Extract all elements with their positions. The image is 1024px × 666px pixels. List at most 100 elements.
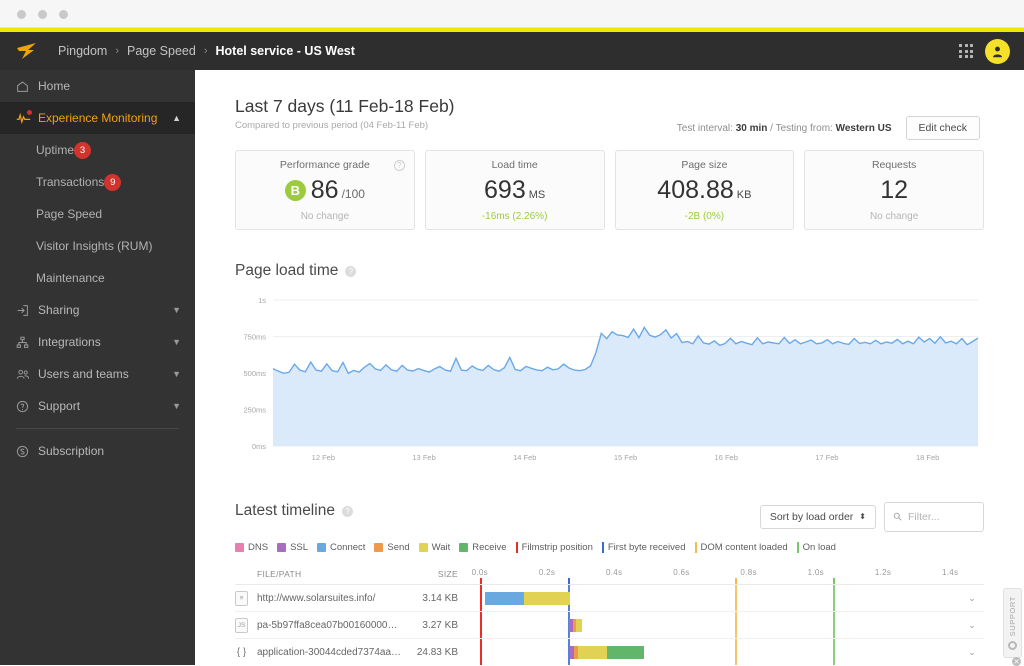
file-icon-cell: { } — [235, 645, 257, 660]
sidebar-item-users-and-teams[interactable]: Users and teams ▼ — [0, 358, 195, 390]
sidebar-item-sharing[interactable]: Sharing ▼ — [0, 294, 195, 326]
sidebar-item-support[interactable]: Support ▼ — [0, 390, 195, 422]
waterfall-segment-wait — [577, 646, 608, 659]
support-ring-icon — [1008, 641, 1017, 651]
sidebar-label-users-and-teams: Users and teams — [38, 367, 129, 381]
legend-swatch — [317, 543, 327, 552]
waterfall-header-row: FILE/PATH SIZE 0.0s 0.2s 0.4s 0.6s 0.8s 1.0s 1… — [235, 563, 984, 585]
file-path-cell[interactable]: http://www.solarsuites.info/ — [257, 593, 410, 604]
chevron-down-icon[interactable]: ⌄ — [960, 647, 984, 658]
main-content: Last 7 days (11 Feb-18 Feb) Compared to … — [195, 70, 1024, 665]
marker-line-dom-content-loaded — [734, 585, 737, 611]
legend-item-filmstrip-position: Filmstrip position — [515, 542, 593, 553]
edit-check-button[interactable]: Edit check — [905, 116, 980, 140]
card-value: 693 MS — [484, 176, 545, 205]
page-size-value: 408.88 — [657, 175, 734, 204]
question-circle-icon — [16, 400, 38, 413]
help-circle-icon[interactable]: ? — [341, 505, 353, 517]
legend-item-connect: Connect — [317, 542, 365, 553]
file-size-cell: 24.83 KB — [416, 646, 458, 658]
ruler-tick: 1.0s — [807, 568, 824, 577]
js-file-icon: JS — [235, 617, 248, 633]
file-size-cell: 3.14 KB — [422, 592, 458, 604]
sidebar-item-subscription[interactable]: Subscription — [0, 435, 195, 467]
table-row[interactable]: { } application-30044cded7374aa68af933450… — [235, 639, 984, 665]
support-tab[interactable]: SUPPORT — [1003, 588, 1022, 658]
chart-ytick: 1s — [258, 296, 266, 305]
table-row[interactable]: ≡ http://www.solarsuites.info/3.14 KB ⌄ — [235, 585, 984, 612]
sidebar-label-experience-monitoring: Experience Monitoring — [38, 111, 158, 125]
file-path-cell[interactable]: application-30044cded7374aa68af9334504e6… — [257, 647, 410, 658]
filter-box[interactable] — [884, 502, 984, 532]
chart-area-fill — [273, 327, 978, 446]
window-maximize-dot[interactable] — [59, 10, 68, 19]
legend-label: First byte received — [607, 542, 686, 553]
sidebar-nav: Home Experience Monitoring ▲ Uptime 3 Tr… — [0, 70, 195, 665]
legend-item-on-load: On load — [796, 542, 836, 553]
legend-item-send: Send — [374, 542, 410, 553]
chevron-up-icon: ▲ — [172, 112, 181, 123]
sidebar-item-home[interactable]: Home — [0, 70, 195, 102]
sidebar-label-transactions: Transactions — [36, 175, 105, 189]
file-path-cell[interactable]: pa-5b97ffa8cea07b00160000d2.js — [257, 620, 410, 631]
sidebar-item-page-speed[interactable]: Page Speed — [0, 198, 195, 230]
chevron-down-icon: ▼ — [172, 304, 181, 315]
chevron-down-icon: ▼ — [172, 368, 181, 379]
window-titlebar — [0, 0, 1024, 28]
sidebar-label-page-speed: Page Speed — [36, 207, 103, 221]
requests-value: 12 — [880, 175, 909, 204]
chart-ytick: 0ms — [252, 442, 266, 451]
legend-label: Wait — [431, 542, 451, 553]
sidebar-item-transactions[interactable]: Transactions 9 — [0, 166, 195, 198]
sidebar-item-integrations[interactable]: Integrations ▼ — [0, 326, 195, 358]
legend-label: On load — [802, 542, 836, 553]
marker-line-filmstrip-position — [479, 612, 482, 638]
table-row[interactable]: JS pa-5b97ffa8cea07b00160000d2.js 3.27 KB ⌄ — [235, 612, 984, 639]
chevron-down-icon[interactable]: ⌄ — [960, 593, 984, 604]
ruler-tick: 0.0s — [471, 568, 488, 577]
apps-grid-icon[interactable] — [959, 44, 973, 58]
test-interval-label: Test interval: — [676, 122, 733, 134]
legend-label: Send — [387, 542, 410, 553]
sidebar-item-visitor-insights[interactable]: Visitor Insights (RUM) — [0, 230, 195, 262]
page-title: Last 7 days (11 Feb-18 Feb) — [235, 96, 455, 116]
card-performance-grade: ? Performance grade B 86 /100 No change — [235, 150, 415, 230]
ruler-tick: 1.2s — [874, 568, 892, 577]
badge-transactions: 9 — [104, 173, 122, 191]
pingdom-logo-icon[interactable] — [0, 42, 58, 60]
chart-xtick: 15 Feb — [614, 453, 637, 462]
help-circle-icon[interactable]: ? — [393, 160, 405, 171]
help-circle-icon[interactable]: ? — [345, 265, 357, 277]
chevron-down-icon[interactable]: ⌄ — [960, 620, 984, 631]
window-close-dot[interactable] — [17, 10, 26, 19]
window-minimize-dot[interactable] — [38, 10, 47, 19]
sort-by-load-order-select[interactable]: Sort by load order ⬍ — [759, 505, 876, 529]
breadcrumb-separator-icon: › — [203, 45, 208, 57]
test-interval-value: 30 min — [735, 122, 768, 134]
latest-timeline-header: Latest timeline ? Sort by load order ⬍ — [235, 502, 984, 532]
sidebar-item-experience-monitoring[interactable]: Experience Monitoring ▲ — [0, 102, 195, 134]
legend-swatch — [374, 543, 384, 552]
breadcrumb-item-page-speed[interactable]: Page Speed — [127, 44, 196, 58]
sidebar-item-uptime[interactable]: Uptime 3 — [0, 134, 195, 166]
legend-item-wait: Wait — [418, 542, 451, 553]
card-page-size: Page size 408.88 KB -2B (0%) — [614, 150, 795, 230]
sidebar-label-visitor-insights: Visitor Insights (RUM) — [36, 239, 153, 253]
file-size-cell: 3.27 KB — [422, 619, 458, 631]
sidebar-label-integrations: Integrations — [38, 335, 101, 349]
search-icon — [893, 508, 902, 526]
breadcrumb-item-pingdom[interactable]: Pingdom — [58, 44, 107, 58]
legend-item-dns: DNS — [235, 542, 268, 553]
card-requests: Requests 12 No change — [804, 150, 984, 230]
filter-input[interactable] — [908, 511, 975, 523]
grade-badge: B — [284, 179, 306, 201]
legend-swatch — [796, 542, 799, 553]
test-interval-info: Test interval: 30 min / Testing from: We… — [677, 123, 892, 134]
user-avatar-icon[interactable] — [985, 38, 1010, 64]
card-title: Page size — [681, 158, 728, 171]
sidebar-label-subscription: Subscription — [38, 444, 105, 458]
sidebar-item-maintenance[interactable]: Maintenance — [0, 262, 195, 294]
legend-label: DOM content loaded — [700, 542, 788, 553]
grade-score: 86 — [310, 175, 339, 204]
legend-swatch — [277, 543, 287, 552]
